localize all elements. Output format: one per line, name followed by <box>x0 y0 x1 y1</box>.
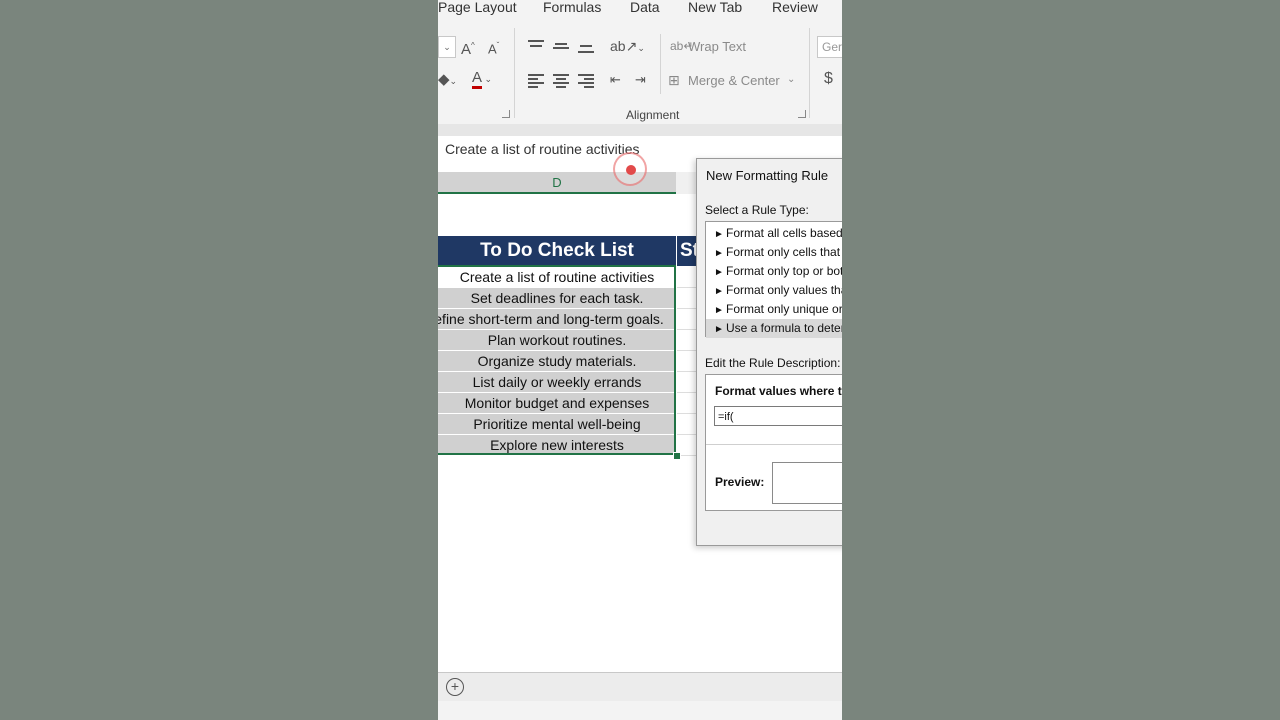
status-bar <box>438 701 842 720</box>
currency-icon[interactable]: $ <box>824 71 833 87</box>
ribbon: Page Layout Formulas Data New Tab Review… <box>438 0 842 124</box>
formula-bar-value: Create a list of routine activities <box>445 141 640 157</box>
number-format-value: Ger <box>822 40 842 54</box>
task-cell[interactable]: Prioritize mental well-being <box>438 414 676 435</box>
status-cell[interactable] <box>677 288 698 309</box>
status-cell[interactable] <box>677 309 698 330</box>
arrow-right-icon: ► <box>714 229 724 240</box>
chevron-down-icon[interactable]: ⌄ <box>787 72 795 88</box>
arrow-right-icon: ► <box>714 248 724 259</box>
alignment-group-label: Alignment <box>626 108 680 122</box>
align-top-icon[interactable] <box>528 40 544 52</box>
rule-type-label: Format only top or bottom ranked values <box>726 264 842 278</box>
excel-window: Page Layout Formulas Data New Tab Review… <box>438 0 842 720</box>
rule-type-label: Format only values that are above or bel… <box>726 283 842 297</box>
left-backdrop <box>0 0 438 720</box>
status-cell[interactable] <box>677 414 698 435</box>
add-sheet-icon[interactable]: + <box>446 678 464 696</box>
sheet-tab-bar: + <box>438 672 842 701</box>
edit-rule-description-label: Edit the Rule Description: <box>705 356 841 370</box>
rule-type-item[interactable]: ►Format all cells based on their values <box>706 224 842 243</box>
ribbon-divider <box>514 28 515 118</box>
task-cell[interactable]: List daily or weekly errands <box>438 372 676 393</box>
preview-label: Preview: <box>715 475 765 489</box>
task-cell[interactable]: Explore new interests <box>438 435 676 456</box>
checklist-title[interactable]: To Do Check List <box>438 236 676 266</box>
rule-type-item[interactable]: ►Format only values that are above or be… <box>706 281 842 300</box>
tab-data[interactable]: Data <box>630 0 660 15</box>
number-format-dropdown[interactable]: Ger <box>817 36 842 58</box>
decrease-font-icon[interactable]: Aˇ <box>488 38 499 57</box>
tab-review[interactable]: Review <box>772 0 818 15</box>
dialog-title: New Formatting Rule <box>706 168 829 183</box>
alignment-launcher-icon[interactable] <box>798 110 806 118</box>
rule-type-item-selected[interactable]: ►Use a formula to determine which cells … <box>706 319 842 338</box>
tab-formulas[interactable]: Formulas <box>543 0 601 15</box>
rule-type-item[interactable]: ►Format only cells that contain <box>706 243 842 262</box>
format-values-label: Format values where this formula is true… <box>715 384 842 398</box>
description-divider <box>706 444 842 445</box>
ribbon-divider <box>660 34 661 94</box>
rule-description-box: Format values where this formula is true… <box>705 374 842 511</box>
rule-type-list[interactable]: ►Format all cells based on their values … <box>705 221 842 338</box>
align-right-icon[interactable] <box>578 74 594 88</box>
tab-page-layout[interactable]: Page Layout <box>438 0 517 15</box>
fill-color-icon[interactable]: ◆⌄ <box>438 72 457 89</box>
rule-type-label: Format only unique or duplicate values <box>726 302 842 316</box>
align-center-icon[interactable] <box>553 74 569 88</box>
rule-type-label: Use a formula to determine which cells t… <box>726 321 842 335</box>
arrow-right-icon: ► <box>714 305 724 316</box>
tab-new-tab[interactable]: New Tab <box>688 0 742 15</box>
ribbon-shadow <box>438 124 842 136</box>
click-indicator-dot <box>626 165 636 175</box>
increase-font-icon[interactable]: A^ <box>461 38 475 58</box>
task-cell[interactable]: Set deadlines for each task. <box>438 288 676 309</box>
align-left-icon[interactable] <box>528 74 544 88</box>
task-cell[interactable]: Plan workout routines. <box>438 330 676 351</box>
orientation-icon[interactable]: ab↗⌄ <box>610 38 645 56</box>
arrow-right-icon: ► <box>714 267 724 278</box>
align-middle-icon[interactable] <box>553 40 569 52</box>
rule-type-label: Format only cells that contain <box>726 245 842 259</box>
status-cell[interactable] <box>677 372 698 393</box>
rule-type-label: Format all cells based on their values <box>726 226 842 240</box>
arrow-right-icon: ► <box>714 324 724 335</box>
merge-center-button[interactable]: Merge & Center <box>688 73 780 89</box>
rule-formula-input[interactable]: =if( <box>714 406 842 426</box>
status-cell[interactable] <box>677 330 698 351</box>
font-launcher-icon[interactable] <box>502 110 510 118</box>
select-rule-type-label: Select a Rule Type: <box>705 203 809 217</box>
font-size-dropdown[interactable]: ⌄ <box>438 36 456 58</box>
rule-type-item[interactable]: ►Format only unique or duplicate values <box>706 300 842 319</box>
new-formatting-rule-dialog: New Formatting Rule Select a Rule Type: … <box>696 158 842 546</box>
rule-type-item[interactable]: ►Format only top or bottom ranked values <box>706 262 842 281</box>
task-cell[interactable]: Monitor budget and expenses <box>438 393 676 414</box>
status-cell[interactable] <box>677 267 698 288</box>
fill-handle[interactable] <box>673 452 681 460</box>
wrap-text-button[interactable]: Wrap Text <box>688 39 746 55</box>
arrow-right-icon: ► <box>714 286 724 297</box>
decrease-indent-icon[interactable]: ⇤ <box>610 72 621 88</box>
preview-box <box>772 462 842 504</box>
font-color-icon[interactable]: A ⌄ <box>472 69 492 89</box>
task-cell[interactable]: Organize study materials. <box>438 351 676 372</box>
ribbon-divider <box>809 28 810 118</box>
align-bottom-icon[interactable] <box>578 42 594 54</box>
status-cell[interactable] <box>677 393 698 414</box>
right-backdrop <box>842 0 1280 720</box>
merge-center-icon[interactable]: ⊞ <box>668 72 680 88</box>
task-cell[interactable]: Create a list of routine activities <box>438 267 676 288</box>
task-cell[interactable]: Define short-term and long-term goals. <box>438 309 676 330</box>
increase-indent-icon[interactable]: ⇥ <box>635 72 646 88</box>
status-cell[interactable] <box>677 351 698 372</box>
